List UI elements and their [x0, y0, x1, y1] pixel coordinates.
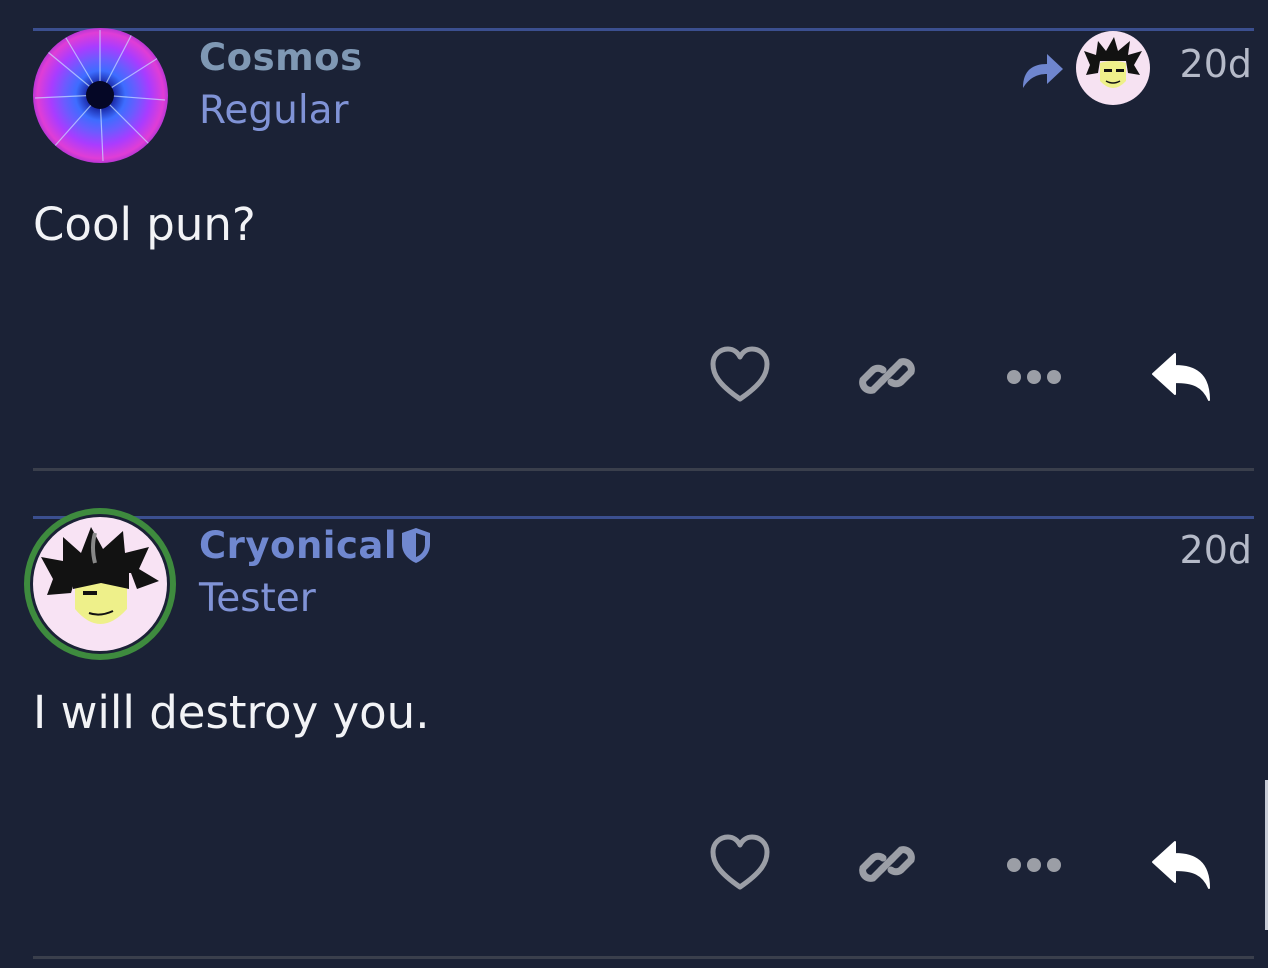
post-date[interactable]: 20d: [1180, 42, 1252, 86]
heart-icon: [710, 346, 770, 402]
reply-arrow-icon[interactable]: [1019, 50, 1065, 90]
reply-button[interactable]: [1149, 832, 1213, 896]
shield-icon: [399, 526, 433, 564]
post-date[interactable]: 20d: [1180, 528, 1252, 572]
reply-icon: [1152, 353, 1210, 401]
post-content: Cool pun?: [33, 198, 256, 251]
avatar-cosmos[interactable]: [33, 28, 168, 163]
like-button[interactable]: [708, 832, 772, 896]
more-options-button[interactable]: [1002, 832, 1066, 896]
post-top-border: [33, 28, 1254, 31]
avatar-cryonical[interactable]: [24, 508, 176, 660]
post-username[interactable]: Cryonical: [199, 524, 397, 567]
cartoon-face-icon: [41, 527, 159, 624]
post-divider: [33, 468, 1254, 471]
post-1: Cosmos Regular 20d Cool pun?: [33, 28, 1254, 472]
ellipsis-icon: [1007, 370, 1061, 384]
post-2: Cryonical Tester 20d I will destroy you.: [24, 508, 1254, 960]
link-icon: [859, 846, 915, 882]
user-title: Regular: [199, 88, 349, 133]
post-content: I will destroy you.: [33, 686, 430, 739]
ellipsis-icon: [1007, 858, 1061, 872]
post-username[interactable]: Cosmos: [199, 36, 363, 79]
like-button[interactable]: [708, 344, 772, 408]
post-top-border: [33, 516, 1254, 519]
reply-icon: [1152, 841, 1210, 889]
post-divider: [33, 956, 1254, 959]
link-icon: [859, 358, 915, 394]
cartoon-face-icon: [1084, 37, 1142, 88]
more-options-button[interactable]: [1002, 344, 1066, 408]
reply-target-avatar[interactable]: [1076, 31, 1150, 105]
heart-icon: [710, 834, 770, 890]
user-title: Tester: [199, 576, 316, 621]
reply-button[interactable]: [1149, 344, 1213, 408]
copy-link-button[interactable]: [855, 344, 919, 408]
copy-link-button[interactable]: [855, 832, 919, 896]
galaxy-rays-icon: [34, 30, 166, 162]
